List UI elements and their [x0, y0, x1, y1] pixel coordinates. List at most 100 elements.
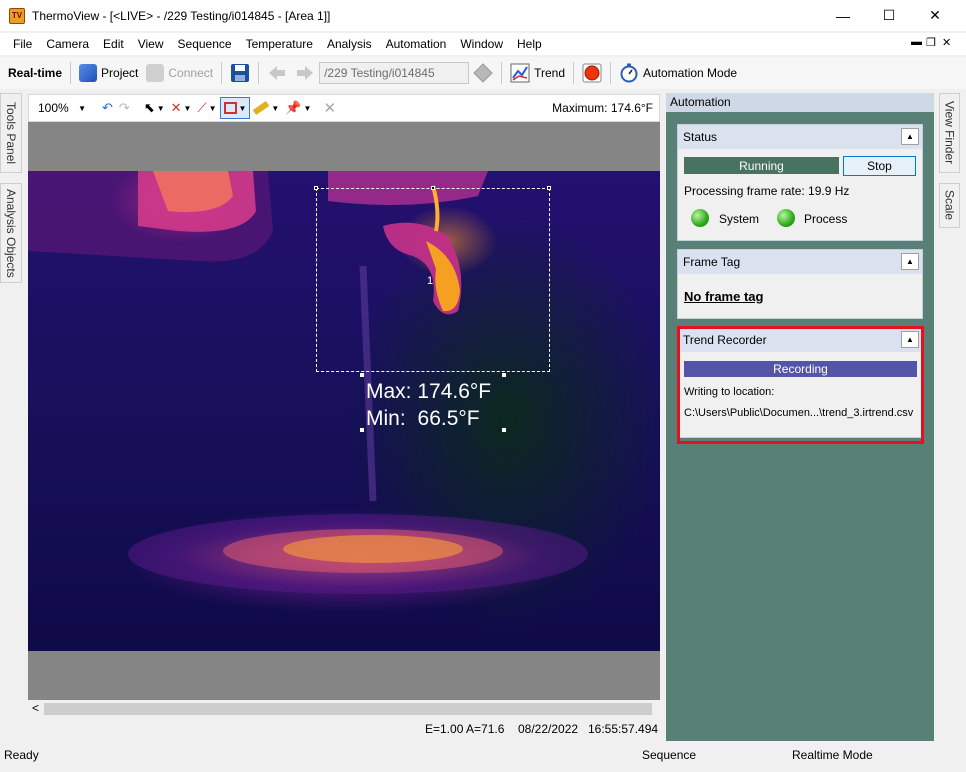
trend-icon — [510, 63, 530, 83]
frame-tag-header: Frame Tag ▲ — [678, 250, 922, 274]
tag-button[interactable] — [469, 60, 497, 86]
select-tool-button[interactable]: ⬉ ▼ — [141, 97, 168, 119]
forward-button[interactable] — [291, 60, 319, 86]
overlay-handle[interactable] — [502, 428, 506, 432]
image-toolbar: 100% ▼ ↶ ↷ ⬉ ▼ ✕ ▼ ⟋ ▼ ▼ ▼ 📌 ▼ ✕ Maximum: 17… — [28, 94, 660, 122]
chevron-down-icon: ▼ — [271, 103, 280, 113]
zoom-select[interactable]: 100% ▼ — [33, 98, 91, 118]
area-tool-button[interactable]: ▼ — [219, 97, 251, 119]
toolbar-separator — [221, 62, 223, 84]
trend-label: Trend — [534, 66, 565, 80]
tools-panel-label: Tools Panel — [4, 101, 18, 165]
connect-label: Connect — [168, 66, 214, 80]
overlay-handle[interactable] — [360, 373, 364, 377]
connect-button[interactable]: Connect — [142, 60, 217, 86]
menu-help[interactable]: Help — [510, 37, 549, 51]
scale-label: Scale — [942, 190, 957, 221]
pin-icon: 📌 — [285, 100, 302, 115]
date-readout: 08/22/2022 — [518, 722, 579, 736]
record-icon — [582, 63, 602, 83]
toolbar-separator — [573, 62, 574, 84]
tab-scale[interactable]: Scale — [939, 183, 960, 228]
maximum-readout: Maximum: 174.6°F — [552, 101, 653, 115]
stopwatch-icon — [620, 63, 638, 83]
save-button[interactable] — [226, 60, 254, 86]
collapse-up-icon[interactable]: ▲ — [901, 253, 919, 270]
overlay-handle[interactable] — [502, 373, 506, 377]
highlight-box — [677, 326, 924, 444]
delete-tool-button[interactable]: ✕ — [320, 97, 339, 119]
path-field[interactable] — [319, 62, 470, 84]
collapse-up-icon[interactable]: ▲ — [901, 128, 919, 145]
trend-button[interactable]: Trend — [506, 60, 569, 86]
line-tool-button[interactable]: ⟋ ▼ — [194, 97, 219, 119]
ruler-icon — [253, 100, 270, 116]
tab-tools-panel[interactable]: Tools Panel — [0, 93, 22, 173]
ruler-tool-button[interactable]: ▼ — [250, 97, 282, 119]
image-status-bar: E=1.00 A=71.6 08/22/2022 16:55:57.494 — [28, 719, 660, 740]
menu-temperature[interactable]: Temperature — [239, 37, 320, 51]
pin-tool-button[interactable]: 📌 ▼ — [282, 97, 314, 119]
menu-edit[interactable]: Edit — [96, 37, 131, 51]
menu-window[interactable]: Window — [453, 37, 510, 51]
frame-tag-value: No frame tag — [684, 289, 764, 304]
view-finder-label: View Finder — [942, 101, 957, 165]
tab-view-finder[interactable]: View Finder — [939, 93, 960, 173]
frame-rate-text: Processing frame rate: 19.9 Hz — [684, 184, 850, 198]
automation-header: Automation — [666, 93, 934, 112]
system-label: System — [719, 212, 760, 226]
min-value: 66.5°F — [417, 407, 480, 430]
frame-tag-section: Frame Tag ▲ No frame tag — [677, 249, 923, 319]
roi-handle[interactable] — [314, 186, 318, 190]
project-label: Project — [101, 66, 139, 80]
automation-mode-button[interactable]: Automation Mode — [615, 60, 741, 86]
delete-cross-icon: ✕ — [323, 100, 337, 117]
toolbar-separator — [501, 62, 503, 84]
toolbar-separator — [70, 62, 72, 84]
status-sequence: Sequence — [642, 748, 697, 762]
mdi-close-button[interactable]: ✕ — [942, 36, 951, 49]
save-icon — [231, 64, 250, 82]
horizontal-scrollbar[interactable]: < — [28, 700, 660, 718]
mdi-restore-button[interactable]: ❐ — [926, 36, 936, 49]
menu-camera[interactable]: Camera — [39, 37, 96, 51]
status-ready: Ready — [4, 748, 39, 762]
project-button[interactable]: Project — [75, 60, 142, 86]
close-button[interactable]: ✕ — [912, 0, 958, 31]
min-label: Min: — [366, 407, 406, 430]
arrow-left-icon — [269, 66, 286, 80]
connect-icon — [146, 64, 165, 82]
scrollbar-thumb[interactable] — [44, 703, 652, 715]
rectangle-icon — [223, 102, 237, 114]
menu-bar: File Camera Edit View Sequence Temperatu… — [0, 33, 966, 55]
back-button[interactable] — [263, 60, 291, 86]
title-bar: TV ThermoView - [<LIVE> - /229 Testing/i… — [0, 0, 966, 31]
max-label: Max: — [366, 380, 412, 403]
menu-view[interactable]: View — [131, 37, 171, 51]
overlay-handle[interactable] — [360, 428, 364, 432]
app-icon: TV — [9, 7, 25, 24]
diamond-icon — [473, 63, 493, 83]
status-mode: Realtime Mode — [792, 748, 873, 762]
automation-mode-label: Automation Mode — [643, 66, 738, 80]
scroll-left-button[interactable]: < — [32, 701, 39, 715]
status-title: Status — [683, 130, 718, 144]
spot-tool-button[interactable]: ✕ ▼ — [168, 97, 195, 119]
menu-analysis[interactable]: Analysis — [320, 37, 379, 51]
roi-handle[interactable] — [547, 186, 551, 190]
stop-button[interactable]: Stop — [843, 156, 916, 176]
minimize-button[interactable]: — — [820, 0, 866, 31]
menu-file[interactable]: File — [6, 37, 39, 51]
tab-analysis-objects[interactable]: Analysis Objects — [0, 183, 22, 283]
record-button[interactable] — [578, 60, 606, 86]
undo-button[interactable]: ↶ — [99, 97, 116, 119]
menu-sequence[interactable]: Sequence — [171, 37, 239, 51]
roi-handle[interactable] — [431, 186, 435, 190]
chevron-down-icon: ▼ — [156, 103, 165, 113]
redo-button[interactable]: ↷ — [116, 97, 133, 119]
maximize-button[interactable]: ☐ — [866, 0, 912, 31]
mdi-minimize-button[interactable]: ▬ — [911, 36, 922, 48]
analysis-objects-label: Analysis Objects — [4, 188, 18, 278]
status-header: Status ▲ — [678, 125, 922, 149]
menu-automation[interactable]: Automation — [379, 37, 454, 51]
